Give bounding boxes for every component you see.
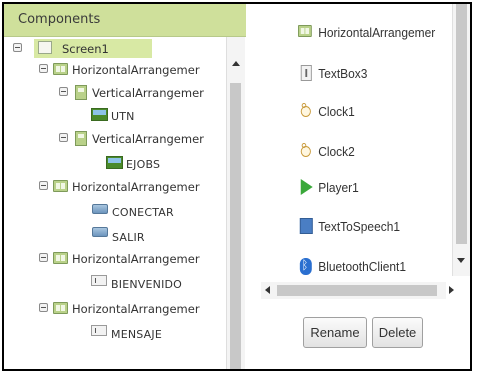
button-icon	[92, 227, 108, 237]
player-icon	[300, 179, 313, 195]
text-to-speech-icon	[299, 218, 313, 234]
clock-icon	[300, 103, 312, 119]
tree-node-vertical-arrangement-1[interactable]: VerticalArrangemer	[4, 83, 224, 103]
label-icon	[91, 275, 107, 286]
collapse-toggle-icon[interactable]	[59, 133, 68, 142]
tree-label: SALIR	[112, 231, 145, 244]
tree-node-conectar[interactable]: CONECTAR	[4, 201, 174, 221]
scrollbar-thumb[interactable]	[230, 83, 241, 369]
selected-highlight: Screen1	[34, 39, 152, 58]
horizontal-arrangement-icon	[53, 302, 68, 314]
clock-icon	[300, 143, 312, 159]
vertical-arrangement-icon	[75, 85, 87, 100]
horizontal-arrangement-icon	[298, 25, 312, 37]
collapse-toggle-icon[interactable]	[39, 303, 48, 312]
tree-node-horizontal-arrangement-3[interactable]: HorizontalArrangemer	[4, 249, 224, 269]
tree-node-horizontal-arrangement-2[interactable]: HorizontalArrangemer	[4, 177, 224, 197]
list-item-label: Clock2	[318, 144, 355, 159]
tree-node-salir[interactable]: SALIR	[4, 224, 154, 244]
list-vertical-scrollbar[interactable]	[452, 4, 470, 276]
tree-label: HorizontalArrangemer	[72, 180, 200, 194]
horizontal-arrangement-icon	[53, 252, 68, 264]
list-item-label: Clock1	[318, 104, 355, 119]
textbox-icon	[300, 65, 312, 81]
tree-label: Screen1	[62, 42, 109, 56]
image-icon	[91, 108, 108, 121]
tree-vertical-scrollbar[interactable]	[226, 37, 245, 369]
tree-node-horizontal-arrangement-1[interactable]: HorizontalArrangemer	[4, 60, 224, 80]
scroll-left-arrow-icon[interactable]	[265, 286, 270, 294]
tree-label: HorizontalArrangemer	[72, 252, 200, 266]
component-tree: Screen1 HorizontalArrangemer VerticalArr…	[4, 37, 226, 369]
list-item-label: BluetoothClient1	[318, 259, 407, 274]
collapse-toggle-icon[interactable]	[39, 181, 48, 190]
rename-button[interactable]: Rename	[303, 317, 367, 348]
components-tree-panel: Components Screen1 HorizontalArrangemer	[4, 4, 246, 369]
collapse-toggle-icon[interactable]	[39, 64, 48, 73]
tree-node-screen1[interactable]: Screen1	[4, 39, 154, 59]
tree-label: BIENVENIDO	[111, 278, 183, 291]
list-item-label: TextToSpeech1	[318, 219, 401, 234]
tree-label: EJOBS	[126, 158, 161, 171]
tree-label: HorizontalArrangemer	[72, 63, 200, 77]
tree-node-utn[interactable]: UTN	[4, 105, 154, 125]
components-title: Components	[18, 12, 101, 27]
tree-label: VerticalArrangemer	[92, 132, 204, 146]
scrollbar-thumb[interactable]	[277, 285, 437, 296]
components-window: Components Screen1 HorizontalArrangemer	[2, 2, 472, 371]
tree-node-bienvenido[interactable]: BIENVENIDO	[4, 273, 182, 293]
vertical-arrangement-icon	[75, 131, 87, 146]
components-header: Components	[4, 4, 246, 37]
label-icon	[91, 325, 107, 336]
list-item-label: TextBox3	[318, 66, 368, 81]
tree-label: MENSAJE	[111, 328, 162, 341]
tree-node-mensaje[interactable]: MENSAJE	[4, 323, 174, 343]
scroll-right-arrow-icon[interactable]	[449, 286, 454, 294]
collapse-toggle-icon[interactable]	[59, 87, 68, 96]
tree-label: HorizontalArrangemer	[72, 302, 200, 316]
list-item-label: Player1	[318, 180, 359, 195]
screen-icon	[38, 41, 52, 54]
list-horizontal-scrollbar[interactable]	[261, 282, 454, 299]
tree-label: VerticalArrangemer	[92, 86, 204, 100]
scrollbar-thumb[interactable]	[456, 4, 467, 244]
collapse-toggle-icon[interactable]	[13, 43, 22, 52]
horizontal-arrangement-icon	[53, 180, 68, 192]
scroll-up-arrow-icon[interactable]	[232, 61, 240, 66]
scroll-down-arrow-icon[interactable]	[457, 258, 465, 263]
button-icon	[92, 204, 108, 214]
list-item-label: HorizontalArrangemer	[318, 25, 436, 40]
horizontal-arrangement-icon	[53, 63, 68, 75]
tree-node-ejobs[interactable]: EJOBS	[4, 151, 160, 171]
tree-label: CONECTAR	[112, 206, 174, 219]
bluetooth-icon	[299, 258, 312, 275]
tree-node-vertical-arrangement-2[interactable]: VerticalArrangemer	[4, 129, 224, 149]
tree-label: UTN	[111, 110, 135, 123]
collapse-toggle-icon[interactable]	[39, 253, 48, 262]
image-icon	[106, 156, 123, 169]
tree-node-horizontal-arrangement-4[interactable]: HorizontalArrangemer	[4, 299, 224, 319]
delete-button[interactable]: Delete	[372, 317, 423, 348]
components-list-panel: HorizontalArrangemer TextBox3 Clock1 Clo…	[246, 4, 470, 369]
